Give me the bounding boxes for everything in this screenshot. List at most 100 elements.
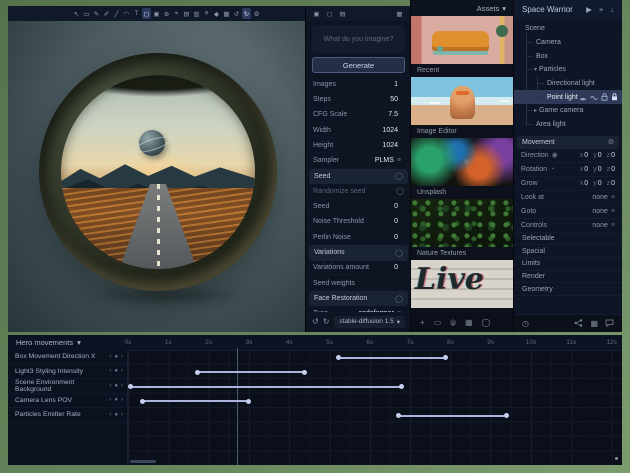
dropdown-icon[interactable]: ≡ (611, 194, 615, 201)
asset-thumbnail[interactable] (411, 77, 513, 125)
keyframe-dot[interactable] (615, 457, 618, 460)
tree-caret-icon[interactable]: ▾ (534, 66, 537, 73)
setting-row[interactable]: Variations amount 0 (306, 261, 411, 276)
prev-keyframe-icon[interactable]: ‹ (109, 412, 111, 418)
model-selector[interactable]: stable-diffusion 1.5 ▾ (334, 316, 405, 328)
next-keyframe-icon[interactable]: › (121, 368, 123, 374)
add-keyframe-icon[interactable]: ● (114, 412, 118, 418)
keyframe-bar[interactable] (338, 357, 447, 359)
asset-thumbnail[interactable] (411, 16, 513, 64)
keyframe-start-dot[interactable] (140, 399, 145, 404)
timeline-grid[interactable] (128, 350, 622, 465)
setting-row[interactable]: CFG Scale 7.5 (306, 108, 411, 123)
viewport-canvas[interactable]: ↖▭✎✐╱◠T◻▣⊕⌖▤▥≡◆▦↺↻⚙ (8, 6, 305, 332)
vector-property-row[interactable]: Rotation ◔ x0 y0 z0 (514, 163, 622, 177)
microphone-icon[interactable]: ψ (450, 318, 456, 327)
asset-item[interactable]: Unsplash (411, 138, 513, 199)
nodes-icon[interactable] (574, 319, 583, 329)
keyframe-start-dot[interactable] (336, 355, 341, 360)
scene-tree-node[interactable]: Area light (514, 118, 622, 132)
toggle-icon[interactable]: ◯ (396, 187, 404, 195)
setting-row[interactable]: Height 1024 (306, 138, 411, 153)
axis-constraint-icon[interactable]: ◔ (550, 166, 554, 173)
timeline-track[interactable]: Camera Lens POV ‹ ● › (8, 394, 127, 409)
tool-icon[interactable]: ◆ (212, 8, 221, 19)
collapsed-section-row[interactable]: Render (514, 271, 622, 284)
keyframe-end-dot[interactable] (246, 399, 251, 404)
redo-icon[interactable]: ↻ (323, 317, 330, 326)
setting-row[interactable]: Seed ◯ (309, 169, 408, 184)
vector-property-row[interactable]: Direction ◉ x0 y0 z0 (514, 149, 622, 163)
scene-tree-node[interactable]: Box (514, 49, 622, 63)
setting-row[interactable]: Face Restoration ◯ (309, 291, 408, 306)
keyframe-bar[interactable] (197, 371, 306, 373)
dropdown-icon[interactable]: ≡ (611, 222, 615, 229)
keyframe-start-dot[interactable] (195, 370, 200, 375)
asset-item[interactable]: Recent (411, 16, 513, 77)
lock-icon[interactable] (601, 93, 608, 101)
next-keyframe-icon[interactable]: › (121, 383, 123, 389)
tool-icon[interactable]: ✐ (102, 8, 111, 19)
collapsed-section-row[interactable]: Geometry (514, 283, 622, 296)
tool-icon[interactable]: T (132, 8, 141, 19)
undo-icon[interactable]: ↺ (312, 317, 319, 326)
tool-icon[interactable]: ╱ (112, 8, 121, 19)
grid-view-icon[interactable]: ▦ (395, 8, 404, 19)
record-icon[interactable]: ◯ (482, 318, 491, 327)
history-clock-icon[interactable]: ◷ (522, 319, 529, 328)
tool-icon[interactable]: ↺ (232, 8, 241, 19)
grid-icon[interactable]: ▦ (590, 319, 598, 328)
timeline-track[interactable]: Scene Environment Background ‹ ● › (8, 379, 127, 394)
prev-keyframe-icon[interactable]: ‹ (109, 397, 111, 403)
setting-row[interactable]: Randomize seed ◯ (306, 184, 411, 199)
select-property-row[interactable]: Controls none ≡ (514, 219, 622, 233)
assets-header[interactable]: Assets ▾ (411, 0, 513, 16)
timeline-title[interactable]: Hero movements ▾ (16, 335, 81, 350)
add-keyframe-icon[interactable]: ● (114, 368, 118, 374)
scene-tree-node[interactable]: Scene (514, 22, 622, 36)
asset-thumbnail[interactable] (411, 199, 513, 247)
tool-icon[interactable]: ≡ (202, 8, 211, 19)
prev-keyframe-icon[interactable]: ‹ (109, 368, 111, 374)
tool-icon[interactable]: ▤ (182, 8, 191, 19)
prompt-input[interactable]: What do you imagine? (312, 25, 405, 53)
timeline-scrollbar[interactable] (130, 460, 156, 463)
movement-section-header[interactable]: Movement ⚙ (517, 136, 619, 149)
grid-icon[interactable]: ▦ (465, 318, 473, 327)
lock-filled-icon[interactable] (611, 93, 618, 101)
toggle-icon[interactable]: ◯ (395, 295, 403, 303)
dropdown-icon[interactable]: ≡ (397, 157, 401, 164)
generate-button[interactable]: Generate (312, 57, 405, 73)
keyframe-bar[interactable] (130, 386, 402, 388)
toggle-icon[interactable]: ◯ (395, 172, 403, 180)
keyframe-start-dot[interactable] (396, 413, 401, 418)
keyframe-bar[interactable] (398, 415, 507, 417)
keyframe-end-dot[interactable] (443, 355, 448, 360)
asset-thumbnail[interactable] (411, 138, 513, 186)
collapsed-section-row[interactable]: Selectable (514, 233, 622, 246)
prev-keyframe-icon[interactable]: ‹ (109, 354, 111, 360)
prev-keyframe-icon[interactable]: ‹ (109, 383, 111, 389)
keyframe-start-dot[interactable] (128, 384, 133, 389)
collapsed-section-row[interactable]: Limits (514, 258, 622, 271)
timeline-track[interactable]: Particles Emitter Rate ‹ ● › (8, 408, 127, 423)
setting-row[interactable]: Seed weights (306, 276, 411, 291)
panel-layout-icon[interactable]: ▤ (338, 8, 347, 19)
keyframe-bar[interactable] (142, 400, 249, 402)
panel-layout-icon[interactable]: ◻ (325, 8, 334, 19)
tool-icon[interactable]: ▭ (82, 8, 91, 19)
add-keyframe-icon[interactable]: ● (114, 397, 118, 403)
add-keyframe-icon[interactable]: ● (114, 383, 118, 389)
scene-tree-node[interactable]: Camera (514, 36, 622, 50)
play-icon[interactable]: ▶ (586, 5, 592, 14)
tool-icon[interactable]: ▣ (152, 8, 161, 19)
add-keyframe-icon[interactable]: ● (114, 354, 118, 360)
import-icon[interactable]: ↓ (610, 5, 614, 14)
tool-icon[interactable]: ⊕ (162, 8, 171, 19)
tool-icon[interactable]: ↖ (72, 8, 81, 19)
setting-row[interactable]: Sampler PLMS ≡ (306, 153, 411, 168)
timeline-track[interactable]: Light3 Styling Intensity ‹ ● › (8, 365, 127, 380)
scene-tree-node[interactable]: ▸ Game camera (514, 104, 622, 118)
tool-icon[interactable]: ⌖ (172, 8, 181, 19)
tool-icon[interactable]: ◻ (142, 8, 151, 19)
